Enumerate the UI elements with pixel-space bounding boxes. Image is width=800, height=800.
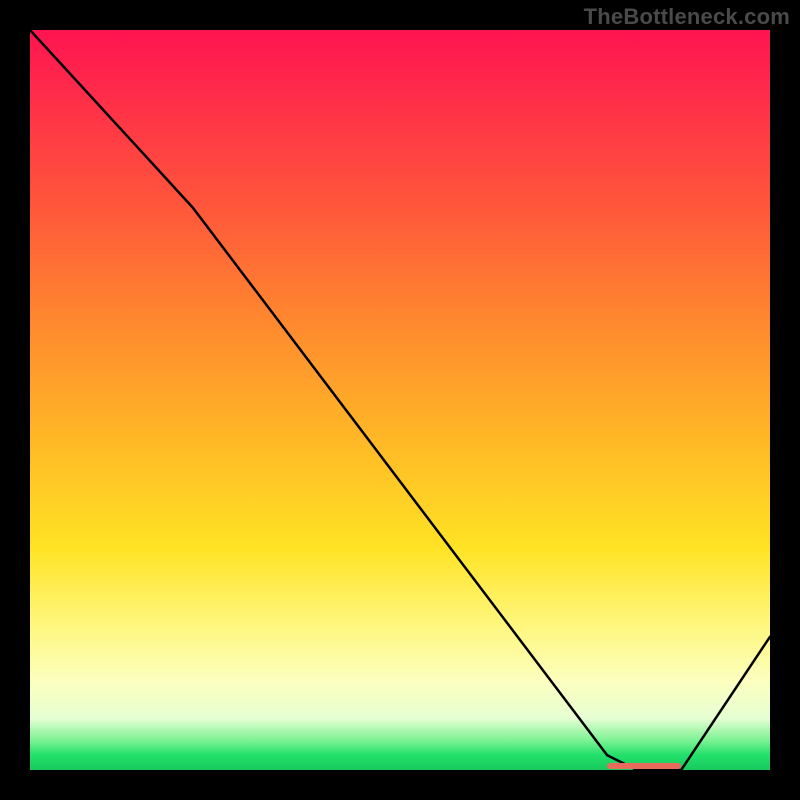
optimal-range-marker	[607, 763, 681, 769]
curve-path	[30, 30, 770, 770]
chart-frame: TheBottleneck.com	[0, 0, 800, 800]
plot-area	[30, 30, 770, 770]
bottleneck-curve	[30, 30, 770, 770]
watermark-text: TheBottleneck.com	[584, 4, 790, 30]
